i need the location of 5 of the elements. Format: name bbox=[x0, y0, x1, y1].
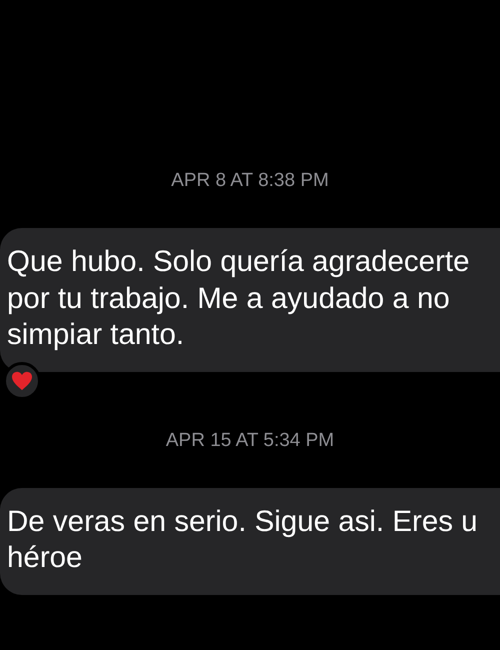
timestamp: APR 8 AT 8:38 PM bbox=[171, 170, 329, 192]
timestamp: APR 15 AT 5:34 PM bbox=[166, 430, 334, 452]
message-bubble: Que hubo. Solo quería agradecerte por tu trabajo. Me a ayudado a no simpiar tanto. bbox=[0, 228, 500, 372]
message-bubble: De veras en serio. Sigue asi. Eres u héroe bbox=[0, 488, 500, 594]
heart-icon bbox=[11, 370, 33, 390]
